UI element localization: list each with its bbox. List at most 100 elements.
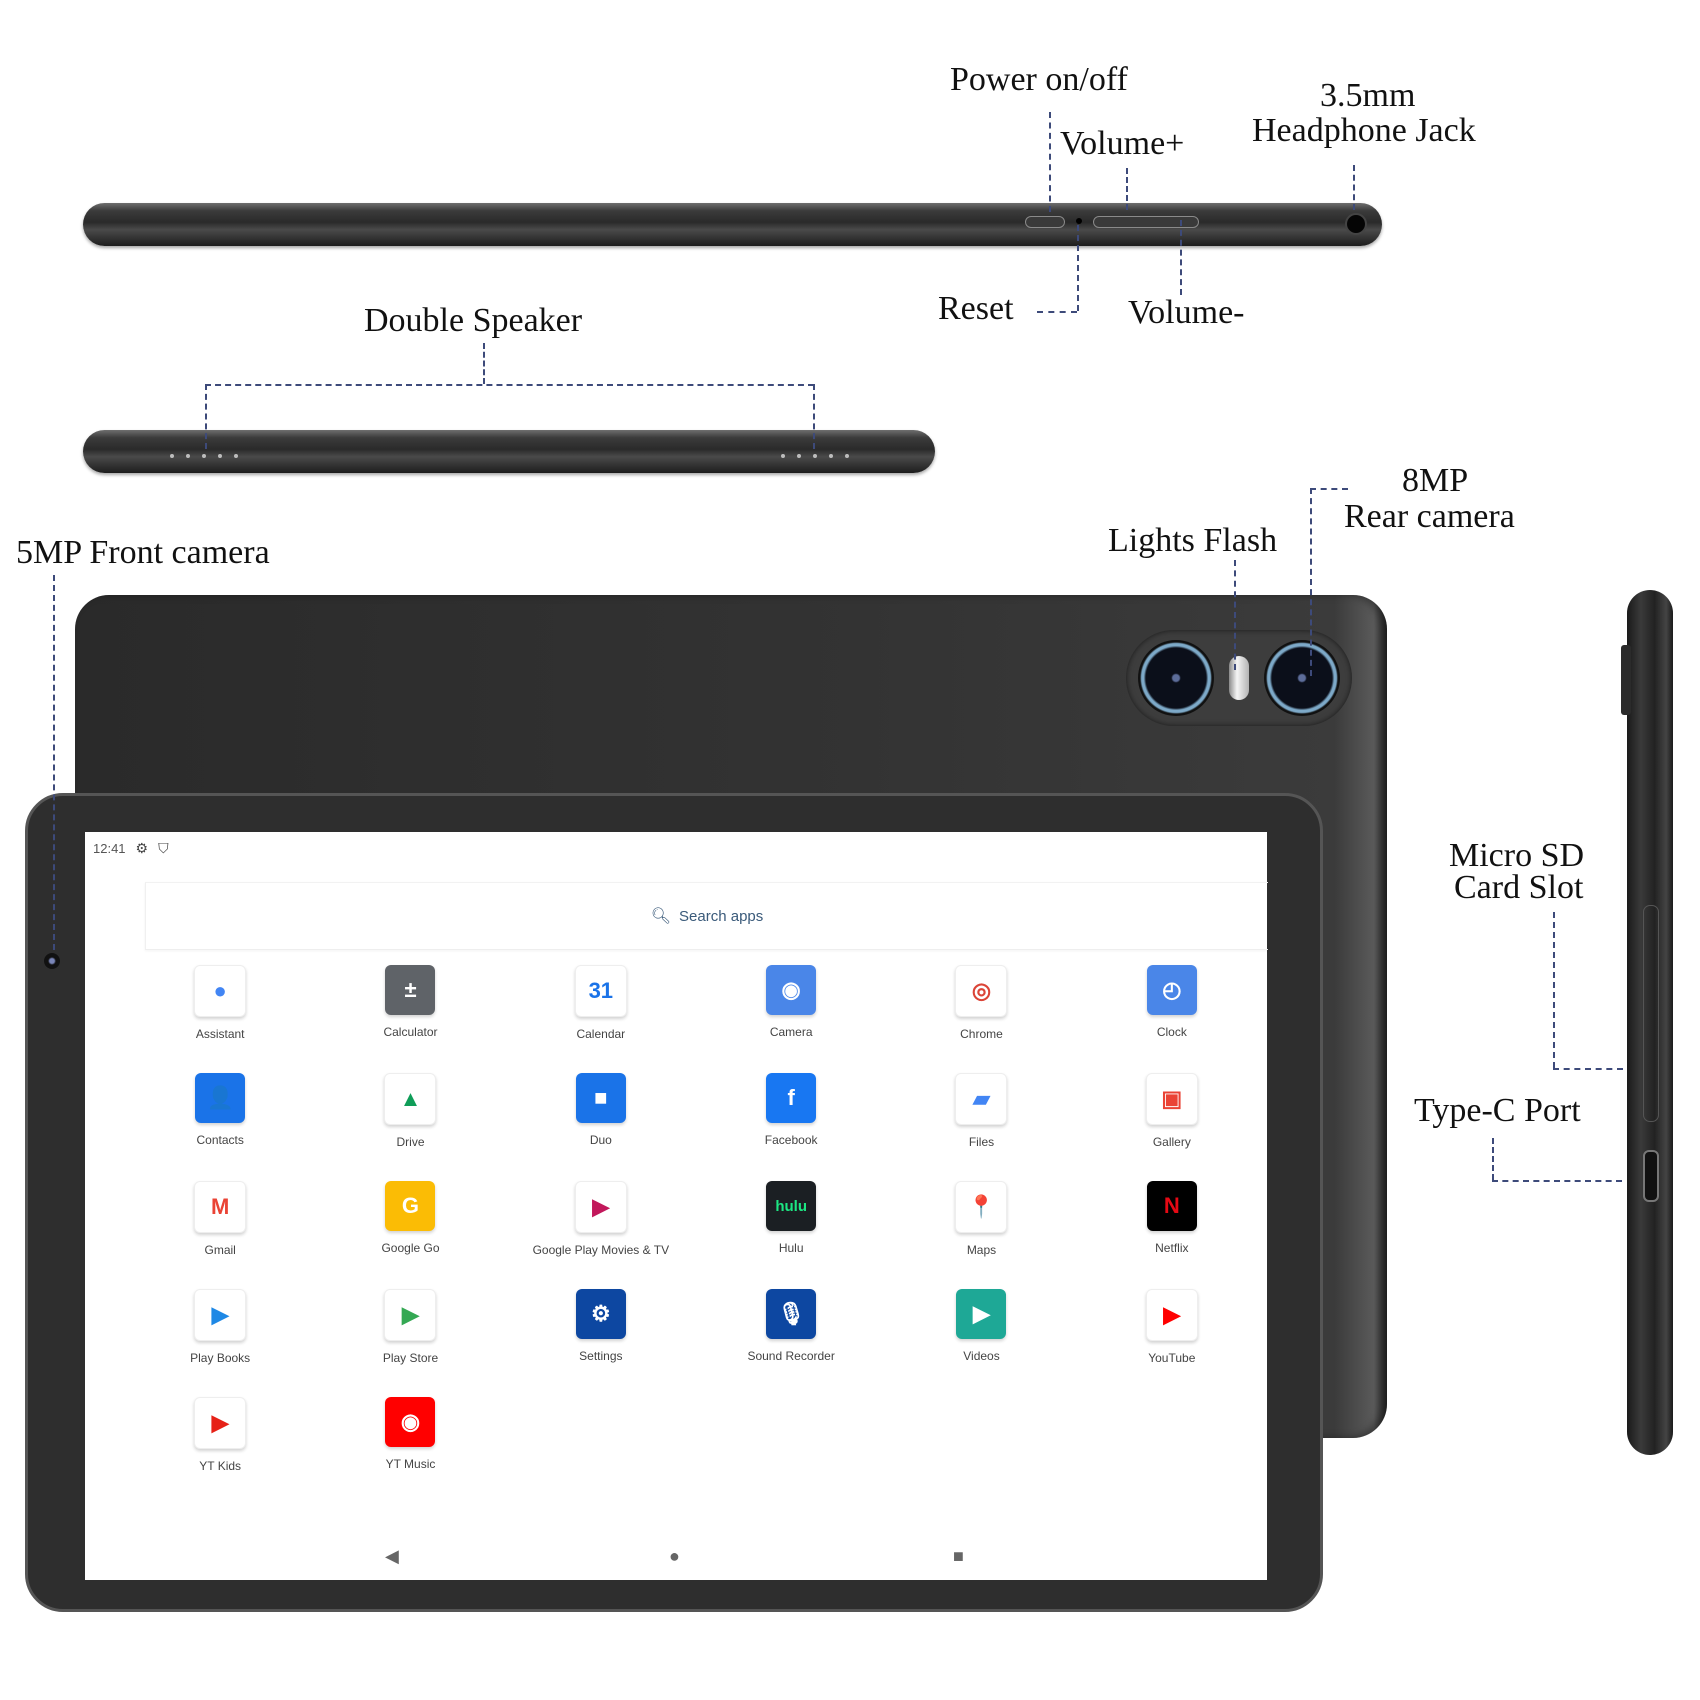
app-yt-kids[interactable]: ▶ YT Kids: [125, 1379, 315, 1487]
leader-volume-plus: [1126, 168, 1128, 210]
app-label: YT Kids: [199, 1459, 242, 1473]
app-label: Gallery: [1152, 1135, 1191, 1149]
recents-button[interactable]: ■: [953, 1546, 964, 1567]
app-label: Drive: [396, 1135, 425, 1149]
app-youtube[interactable]: ▶ YouTube: [1077, 1271, 1267, 1379]
duo-icon: ■: [575, 1073, 626, 1123]
app-assistant[interactable]: ● Assistant: [125, 947, 315, 1055]
type-c-port: [1643, 1150, 1659, 1202]
callout-lights-flash: Lights Flash: [1108, 522, 1278, 559]
status-bar: 12:41 ⚙ ⛉: [93, 840, 169, 857]
micro-sd-slot: [1643, 905, 1659, 1122]
app-label: Calculator: [383, 1025, 438, 1039]
yt-music-icon: ◉: [385, 1397, 436, 1447]
app-calendar[interactable]: 31 Calendar: [506, 947, 696, 1055]
speaker-hole: [813, 454, 817, 458]
callout-double-speaker: Double Speaker: [364, 302, 583, 339]
app-facebook[interactable]: f Facebook: [696, 1055, 886, 1163]
leader-speaker-right: [813, 384, 815, 449]
videos-icon: ▶: [956, 1289, 1007, 1339]
leader-speaker-left: [205, 384, 207, 449]
side-button: [1621, 645, 1631, 715]
speaker-hole: [170, 454, 174, 458]
app-label: Sound Recorder: [747, 1349, 835, 1363]
leader-type-c-v: [1492, 1138, 1494, 1180]
app-google-play-movies-tv[interactable]: ▶ Google Play Movies & TV: [506, 1163, 696, 1271]
app-label: Contacts: [196, 1133, 244, 1147]
shield-icon: ⛉: [158, 840, 169, 856]
leader-reset-h: [1037, 311, 1077, 313]
leader-flash: [1234, 560, 1236, 670]
camera-icon: ◉: [766, 965, 817, 1015]
speaker-hole: [234, 454, 238, 458]
app-clock[interactable]: ◴ Clock: [1077, 947, 1267, 1055]
facebook-icon: f: [766, 1073, 817, 1123]
app-label: Clock: [1156, 1025, 1187, 1039]
callout-front-camera: 5MP Front camera: [16, 534, 270, 571]
app-label: Camera: [769, 1025, 813, 1039]
app-yt-music[interactable]: ◉ YT Music: [315, 1379, 505, 1487]
back-button[interactable]: ◀: [385, 1546, 399, 1567]
gallery-icon: ▣: [1145, 1073, 1198, 1125]
app-play-books[interactable]: ▶ Play Books: [125, 1271, 315, 1379]
flash-light: [1229, 656, 1249, 700]
app-files[interactable]: ▰ Files: [886, 1055, 1076, 1163]
leader-headphone: [1353, 165, 1355, 210]
google-go-icon: G: [385, 1181, 436, 1231]
calendar-icon: 31: [574, 965, 627, 1017]
contacts-icon: 👤: [195, 1073, 246, 1123]
app-label: Google Go: [381, 1241, 440, 1255]
speaker-hole: [202, 454, 206, 458]
home-button[interactable]: ●: [669, 1546, 680, 1567]
app-drive[interactable]: ▲ Drive: [315, 1055, 505, 1163]
files-icon: ▰: [955, 1073, 1008, 1125]
leader-power: [1049, 112, 1051, 212]
gear-icon: ⚙: [135, 840, 149, 856]
app-hulu[interactable]: hulu Hulu: [696, 1163, 886, 1271]
yt-kids-icon: ▶: [194, 1397, 247, 1449]
headphone-jack: [1345, 213, 1367, 235]
netflix-icon: N: [1146, 1181, 1197, 1231]
settings-icon: ⚙: [575, 1289, 626, 1339]
search-apps-input[interactable]: 🔍︎ Search apps: [145, 882, 1268, 950]
chrome-icon: ◎: [955, 965, 1008, 1017]
app-calculator[interactable]: ± Calculator: [315, 947, 505, 1055]
app-label: Videos: [963, 1349, 1000, 1363]
app-camera[interactable]: ◉ Camera: [696, 947, 886, 1055]
app-duo[interactable]: ■ Duo: [506, 1055, 696, 1163]
leader-front-camera: [53, 575, 55, 950]
app-videos[interactable]: ▶ Videos: [886, 1271, 1076, 1379]
tablet-screen: 12:41 ⚙ ⛉ 🔍︎ Search apps ● Assistant ± Calc…: [85, 832, 1268, 1580]
app-gmail[interactable]: M Gmail: [125, 1163, 315, 1271]
power-button: [1025, 216, 1065, 228]
app-chrome[interactable]: ◎ Chrome: [886, 947, 1076, 1055]
app-play-store[interactable]: ▶ Play Store: [315, 1271, 505, 1379]
maps-icon: 📍: [955, 1181, 1008, 1233]
app-label: Chrome: [960, 1027, 1003, 1041]
app-maps[interactable]: 📍 Maps: [886, 1163, 1076, 1271]
gmail-icon: M: [194, 1181, 247, 1233]
app-settings[interactable]: ⚙ Settings: [506, 1271, 696, 1379]
app-label: Assistant: [195, 1027, 245, 1041]
rear-camera-module: [1126, 630, 1352, 726]
app-contacts[interactable]: 👤 Contacts: [125, 1055, 315, 1163]
app-google-go[interactable]: G Google Go: [315, 1163, 505, 1271]
leader-rear-camera-h: [1310, 488, 1348, 490]
app-gallery[interactable]: ▣ Gallery: [1077, 1055, 1267, 1163]
app-sound-recorder[interactable]: 🎙 Sound Recorder: [696, 1271, 886, 1379]
hulu-icon: hulu: [766, 1181, 817, 1231]
app-label: YouTube: [1148, 1351, 1196, 1365]
app-label: YT Music: [385, 1457, 436, 1471]
callout-type-c: Type-C Port: [1414, 1092, 1581, 1129]
callout-rear-camera-line2: Rear camera: [1344, 498, 1515, 535]
speaker-hole: [845, 454, 849, 458]
app-label: Google Play Movies & TV: [532, 1243, 670, 1257]
drive-icon: ▲: [384, 1073, 437, 1125]
app-netflix[interactable]: N Netflix: [1077, 1163, 1267, 1271]
clock-icon: ◴: [1146, 965, 1197, 1015]
speaker-hole: [829, 454, 833, 458]
speaker-hole: [781, 454, 785, 458]
app-label: Settings: [579, 1349, 623, 1363]
leader-speaker-center: [483, 343, 485, 384]
play-movies-icon: ▶: [574, 1181, 627, 1233]
